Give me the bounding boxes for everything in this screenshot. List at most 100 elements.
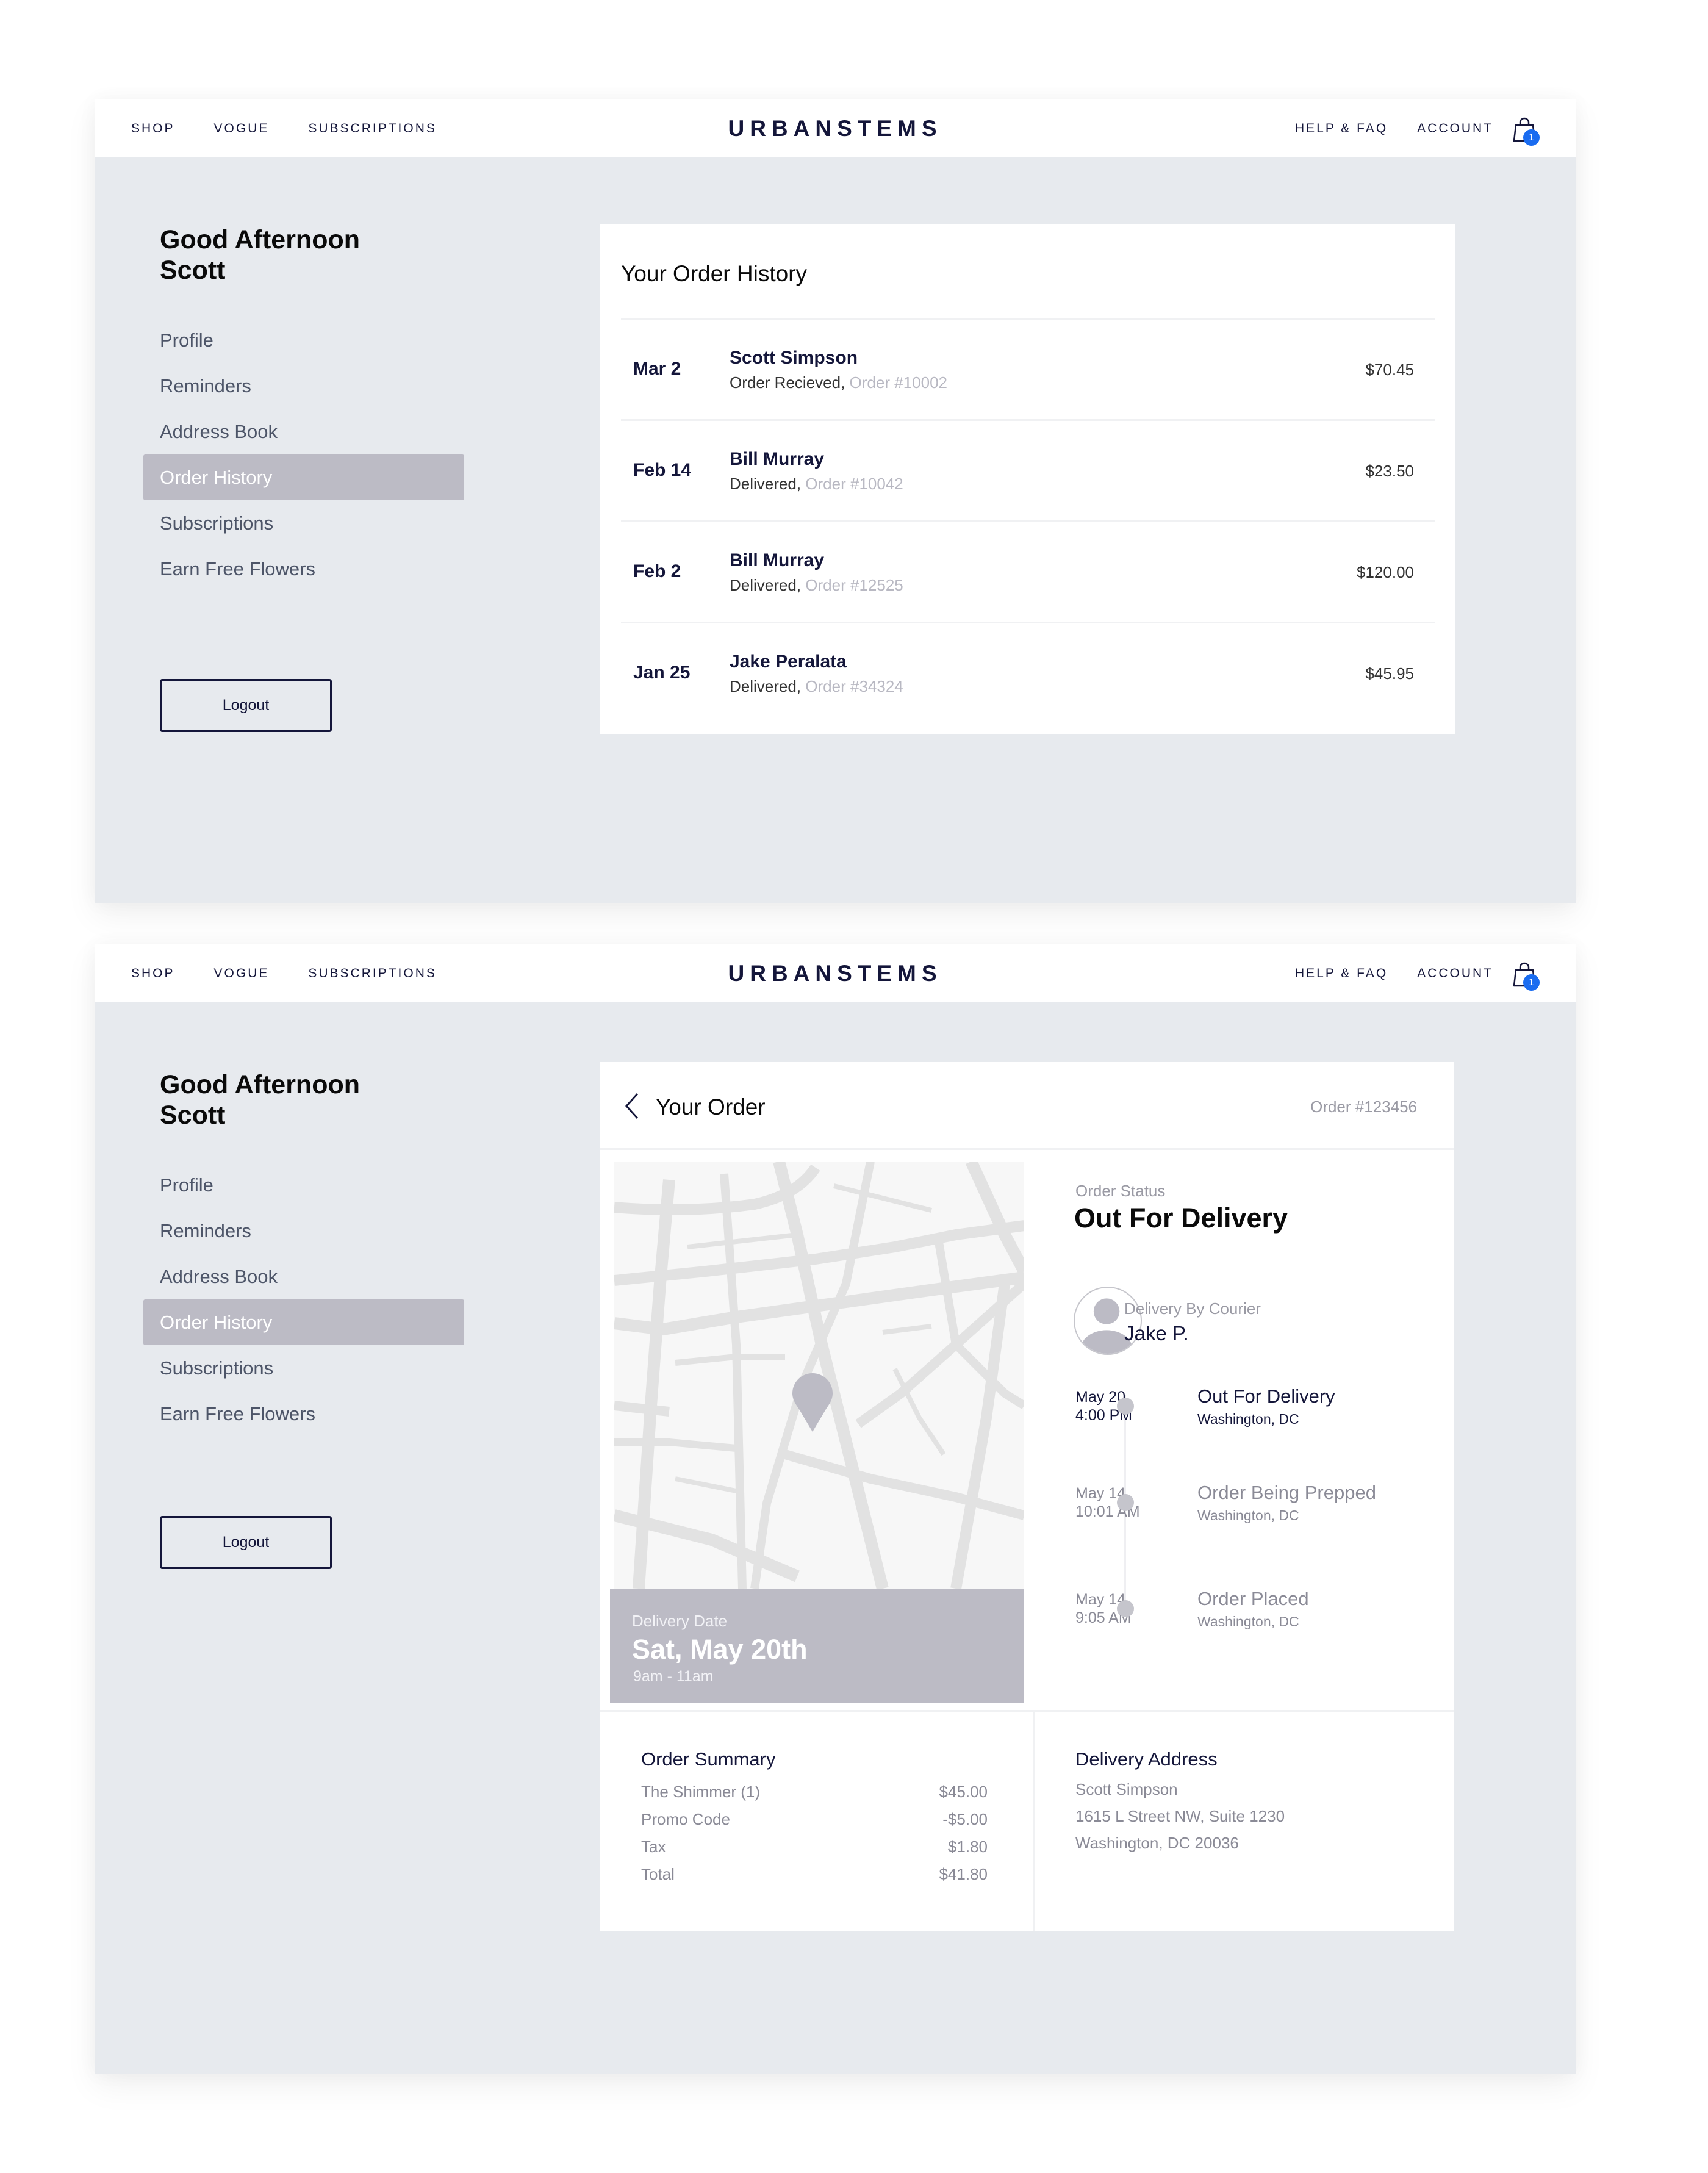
nav-account[interactable]: ACCOUNT <box>1417 966 1493 981</box>
timeline-dot <box>1117 1398 1134 1415</box>
courier-label: Delivery By Courier <box>1124 1299 1261 1318</box>
greeting-name: Scott <box>160 256 226 285</box>
delivery-map[interactable] <box>614 1162 1024 1648</box>
order-detail-title: Your Order <box>656 1094 766 1119</box>
summary-value: -$5.00 <box>942 1810 988 1828</box>
order-date: Feb 14 <box>633 460 692 480</box>
timeline-title: Order Placed <box>1197 1588 1309 1609</box>
order-history-card: Your Order History Mar 2 Scott Simpson O… <box>600 224 1455 734</box>
order-row[interactable]: Mar 2 Scott Simpson Order Recieved, Orde… <box>621 318 1435 419</box>
address-line: Washington, DC 20036 <box>1075 1834 1239 1852</box>
account-sidebar: Profile Reminders Address Book Order His… <box>143 317 464 592</box>
nav-shop[interactable]: SHOP <box>131 966 175 981</box>
order-price: $23.50 <box>1365 462 1414 480</box>
sidebar-item-address-book[interactable]: Address Book <box>143 409 464 454</box>
nav-vogue[interactable]: VOGUE <box>214 966 270 981</box>
greeting: Good Afternoon Scott <box>160 1069 360 1130</box>
order-number: Order #123456 <box>1310 1097 1417 1116</box>
order-summary-title: Order Summary <box>641 1748 776 1770</box>
order-detail-header: Your Order Order #123456 <box>600 1062 1454 1150</box>
sidebar-item-earn-free-flowers[interactable]: Earn Free Flowers <box>143 546 464 592</box>
logout-button[interactable]: Logout <box>160 1516 332 1569</box>
cart-count-badge: 1 <box>1523 974 1540 991</box>
order-status: Delivered, <box>730 475 802 493</box>
order-status-value: Out For Delivery <box>1074 1202 1288 1234</box>
greeting: Good Afternoon Scott <box>160 224 360 286</box>
sidebar-item-earn-free-flowers[interactable]: Earn Free Flowers <box>143 1391 464 1437</box>
delivery-window: 9am - 11am <box>633 1668 714 1685</box>
order-number: Order #12525 <box>805 576 903 594</box>
delivery-date: Sat, May 20th <box>632 1634 808 1665</box>
nav-subscriptions[interactable]: SUBSCRIPTIONS <box>308 966 437 981</box>
order-number: Order #10042 <box>805 475 903 493</box>
order-status-line: Order Recieved, Order #10002 <box>730 373 947 392</box>
address-line: Scott Simpson <box>1075 1780 1178 1798</box>
order-row[interactable]: Jan 25 Jake Peralata Delivered, Order #3… <box>621 622 1435 723</box>
order-recipient: Jake Peralata <box>730 652 847 672</box>
greeting-name: Scott <box>160 1101 226 1130</box>
order-history-screen: SHOP VOGUE SUBSCRIPTIONS URBANSTEMS HELP… <box>95 99 1576 903</box>
sidebar-item-subscriptions[interactable]: Subscriptions <box>143 500 464 546</box>
sidebar-item-address-book[interactable]: Address Book <box>143 1254 464 1299</box>
nav-help-faq[interactable]: HELP & FAQ <box>1295 121 1388 136</box>
delivery-address-title: Delivery Address <box>1075 1748 1218 1770</box>
summary-row: The Shimmer (1) $45.00 <box>641 1783 988 1810</box>
order-row[interactable]: Feb 2 Bill Murray Delivered, Order #1252… <box>621 520 1435 622</box>
sidebar-item-order-history[interactable]: Order History <box>143 1299 464 1345</box>
logout-button[interactable]: Logout <box>160 679 332 732</box>
nav-left: SHOP VOGUE SUBSCRIPTIONS <box>131 99 437 157</box>
nav-subscriptions[interactable]: SUBSCRIPTIONS <box>308 121 437 136</box>
sidebar-item-reminders[interactable]: Reminders <box>143 363 464 409</box>
order-price: $45.95 <box>1365 664 1414 683</box>
column-divider <box>1033 1712 1035 1931</box>
cart-button[interactable]: 1 <box>1512 961 1540 991</box>
order-number: Order #34324 <box>805 677 903 695</box>
order-status: Delivered, <box>730 677 802 695</box>
timeline-location: Washington, DC <box>1197 1507 1299 1523</box>
order-status: Delivered, <box>730 576 802 594</box>
order-row[interactable]: Feb 14 Bill Murray Delivered, Order #100… <box>621 419 1435 520</box>
brand-logo[interactable]: URBANSTEMS <box>728 944 942 1002</box>
summary-label: Total <box>641 1865 675 1883</box>
order-detail-footer: Order Summary The Shimmer (1) $45.00 Prom… <box>600 1710 1454 1931</box>
timeline-title: Out For Delivery <box>1197 1385 1335 1407</box>
delivery-address: Scott Simpson 1615 L Street NW, Suite 12… <box>1075 1780 1285 1861</box>
sidebar-item-profile[interactable]: Profile <box>143 317 464 363</box>
summary-label: The Shimmer (1) <box>641 1783 761 1801</box>
summary-row: Promo Code -$5.00 <box>641 1810 988 1837</box>
order-price: $70.45 <box>1365 361 1414 379</box>
brand-logo[interactable]: URBANSTEMS <box>728 99 942 157</box>
order-price: $120.00 <box>1357 563 1414 581</box>
top-nav: SHOP VOGUE SUBSCRIPTIONS URBANSTEMS HELP… <box>95 944 1576 1002</box>
nav-help-faq[interactable]: HELP & FAQ <box>1295 966 1388 981</box>
order-date: Mar 2 <box>633 359 681 379</box>
cart-button[interactable]: 1 <box>1512 117 1540 146</box>
nav-right: HELP & FAQ ACCOUNT <box>1295 944 1493 1002</box>
timeline-dot <box>1117 1600 1134 1617</box>
sidebar-item-subscriptions[interactable]: Subscriptions <box>143 1345 464 1391</box>
order-history-title: Your Order History <box>621 261 808 286</box>
cart-count-badge: 1 <box>1523 129 1540 146</box>
order-status-panel: Order Status Out For Delivery Delivery B… <box>1027 1150 1454 1693</box>
delivery-date-label: Delivery Date <box>632 1612 728 1630</box>
sidebar-item-profile[interactable]: Profile <box>143 1162 464 1208</box>
timeline-location: Washington, DC <box>1197 1614 1299 1629</box>
order-status-line: Delivered, Order #34324 <box>730 677 903 696</box>
nav-vogue[interactable]: VOGUE <box>214 121 270 136</box>
greeting-line1: Good Afternoon <box>160 1070 361 1099</box>
order-recipient: Bill Murray <box>730 550 825 570</box>
order-status-label: Order Status <box>1075 1182 1166 1200</box>
timeline-location: Washington, DC <box>1197 1411 1299 1427</box>
order-status-line: Delivered, Order #12525 <box>730 576 903 595</box>
greeting-line1: Good Afternoon <box>160 225 361 254</box>
nav-right: HELP & FAQ ACCOUNT <box>1295 99 1493 157</box>
account-sidebar: Profile Reminders Address Book Order His… <box>143 1162 464 1437</box>
nav-shop[interactable]: SHOP <box>131 121 175 136</box>
summary-row: Total $41.80 <box>641 1865 988 1892</box>
sidebar-item-reminders[interactable]: Reminders <box>143 1208 464 1254</box>
order-recipient: Bill Murray <box>730 449 825 469</box>
nav-account[interactable]: ACCOUNT <box>1417 121 1493 136</box>
sidebar-item-order-history[interactable]: Order History <box>143 454 464 500</box>
order-detail-card: Your Order Order #123456 Delivery Date S… <box>600 1062 1454 1931</box>
chevron-left-icon[interactable] <box>624 1093 640 1119</box>
